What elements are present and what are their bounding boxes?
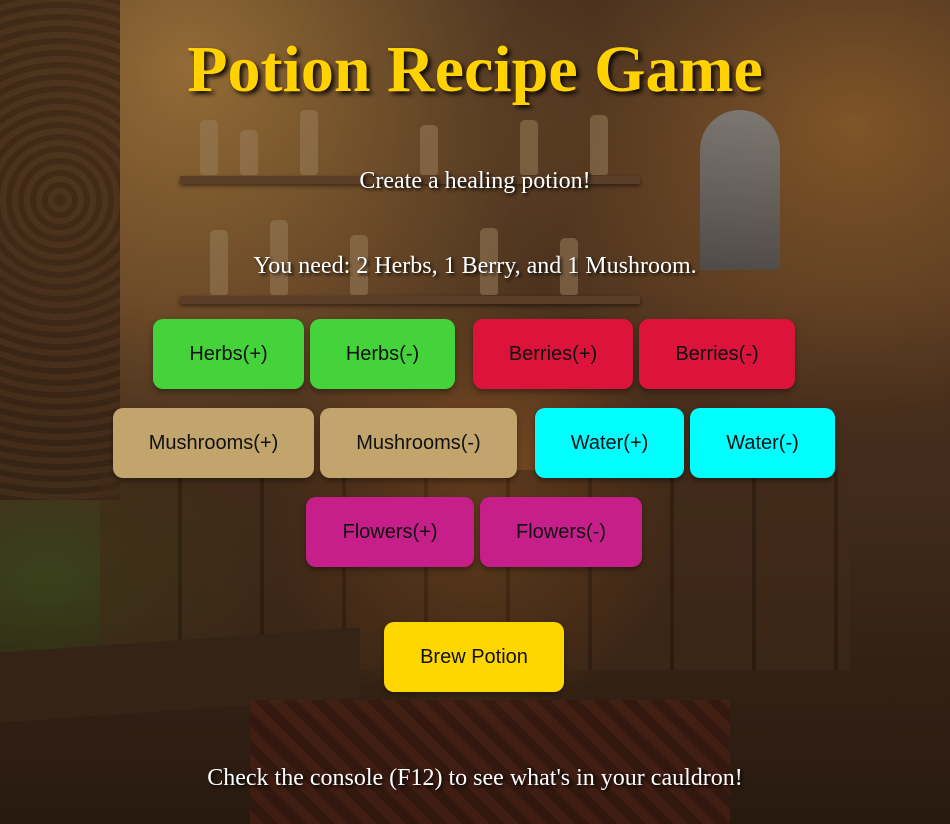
mushrooms-add-button[interactable]: Mushrooms(+) bbox=[113, 408, 314, 478]
berries-remove-button[interactable]: Berries(-) bbox=[639, 319, 795, 389]
water-remove-button[interactable]: Water(-) bbox=[690, 408, 835, 478]
console-hint: Check the console (F12) to see what's in… bbox=[207, 765, 743, 791]
mushrooms-remove-button[interactable]: Mushrooms(-) bbox=[320, 408, 517, 478]
task-text: Create a healing potion! bbox=[359, 168, 591, 194]
water-add-button[interactable]: Water(+) bbox=[535, 408, 684, 478]
berries-add-button[interactable]: Berries(+) bbox=[473, 319, 633, 389]
brew-potion-button[interactable]: Brew Potion bbox=[384, 622, 564, 692]
herbs-remove-button[interactable]: Herbs(-) bbox=[310, 319, 455, 389]
flowers-remove-button[interactable]: Flowers(-) bbox=[480, 497, 642, 567]
flowers-add-button[interactable]: Flowers(+) bbox=[306, 497, 474, 567]
page-title: Potion Recipe Game bbox=[187, 33, 763, 106]
game-panel: Potion Recipe Game Create a healing poti… bbox=[0, 0, 950, 824]
requirement-text: You need: 2 Herbs, 1 Berry, and 1 Mushro… bbox=[253, 253, 697, 279]
herbs-add-button[interactable]: Herbs(+) bbox=[153, 319, 304, 389]
